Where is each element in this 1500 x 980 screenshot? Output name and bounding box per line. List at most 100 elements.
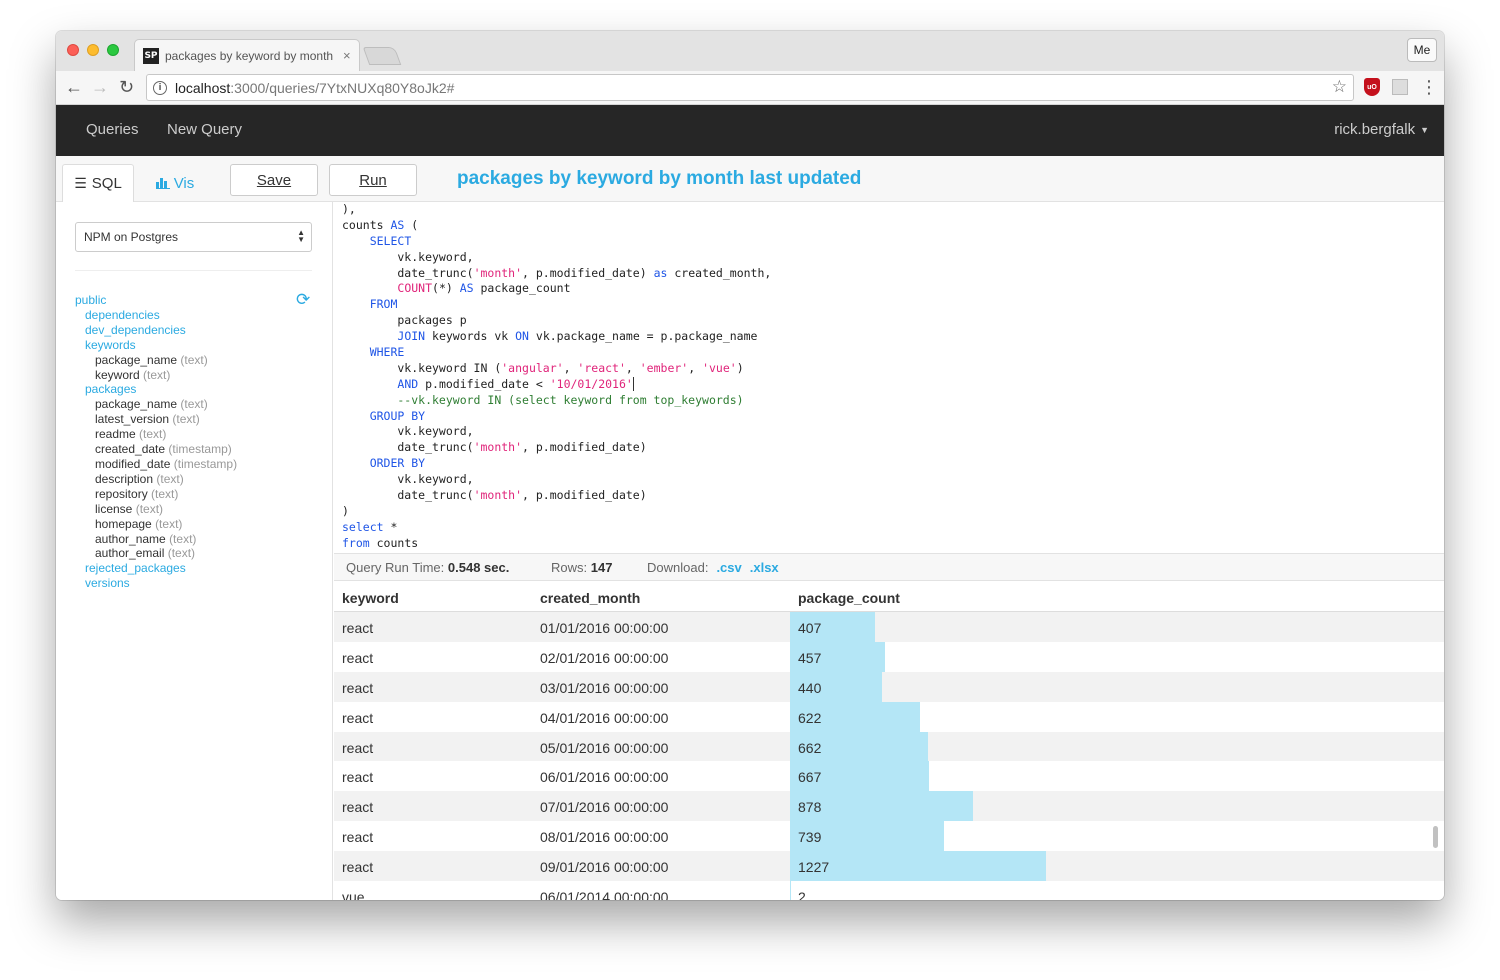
code-line: ) xyxy=(334,504,1444,520)
cell-package-count[interactable]: 1227 xyxy=(798,859,829,875)
cell-created-month[interactable]: 06/01/2016 00:00:00 xyxy=(540,769,668,785)
schema-table[interactable]: versions xyxy=(75,576,237,591)
cell-keyword[interactable]: react xyxy=(342,620,373,636)
cell-created-month[interactable]: 06/01/2014 00:00:00 xyxy=(540,889,668,900)
run-time-value: 0.548 sec. xyxy=(447,560,510,575)
column-header-package-count[interactable]: package_count xyxy=(798,590,900,606)
extension-icon[interactable] xyxy=(1392,79,1408,95)
schema-column[interactable]: package_name (text) xyxy=(75,397,237,412)
bookmark-star-icon[interactable]: ☆ xyxy=(1332,77,1347,97)
schema-table[interactable]: packages xyxy=(75,382,237,397)
reload-icon[interactable]: ↻ xyxy=(119,76,134,98)
cell-keyword[interactable]: react xyxy=(342,740,373,756)
cell-package-count[interactable]: 667 xyxy=(798,769,821,785)
code-line: AND p.modified_date < '10/01/2016' xyxy=(334,376,1444,393)
save-button[interactable]: Save xyxy=(230,164,318,196)
schema-column[interactable]: readme (text) xyxy=(75,427,237,442)
close-window-button[interactable] xyxy=(67,44,79,56)
forward-arrow-icon[interactable]: → xyxy=(91,76,109,98)
ublock-extension-icon[interactable]: uO xyxy=(1364,78,1380,96)
cell-created-month[interactable]: 05/01/2016 00:00:00 xyxy=(540,740,668,756)
address-bar[interactable]: i localhost:3000/queries/7YtxNUXq80Y8oJk… xyxy=(146,74,1354,101)
schema-name[interactable]: public xyxy=(75,293,237,308)
cell-keyword[interactable]: react xyxy=(342,799,373,815)
results-scrollbar[interactable] xyxy=(1433,826,1438,848)
schema-column[interactable]: latest_version (text) xyxy=(75,412,237,427)
browser-menu-icon[interactable]: ⋮ xyxy=(1420,76,1438,98)
schema-column[interactable]: license (text) xyxy=(75,502,237,517)
schema-column[interactable]: author_email (text) xyxy=(75,546,237,561)
schema-column[interactable]: created_date (timestamp) xyxy=(75,442,237,457)
cell-created-month[interactable]: 08/01/2016 00:00:00 xyxy=(540,829,668,845)
schema-sidebar: NPM on Postgres ▲ ▼ ⟳ public dependencies… xyxy=(56,202,333,900)
results-header: keyword created_month package_count xyxy=(334,582,1444,612)
table-row: react 03/01/2016 00:00:00 440 xyxy=(334,671,1444,702)
column-header-created-month[interactable]: created_month xyxy=(540,590,640,606)
cell-package-count[interactable]: 662 xyxy=(798,740,821,756)
cell-package-count[interactable]: 739 xyxy=(798,829,821,845)
cell-keyword[interactable]: react xyxy=(342,680,373,696)
tab-vis[interactable]: Vis xyxy=(146,164,204,202)
cell-package-count[interactable]: 457 xyxy=(798,650,821,666)
tab-sql[interactable]: ☰ SQL xyxy=(62,164,134,203)
nav-new-query-link[interactable]: New Query xyxy=(167,121,242,138)
cell-created-month[interactable]: 07/01/2016 00:00:00 xyxy=(540,799,668,815)
query-title[interactable]: packages by keyword by month last update… xyxy=(457,168,861,190)
cell-package-count[interactable]: 622 xyxy=(798,710,821,726)
schema-column[interactable]: modified_date (timestamp) xyxy=(75,457,237,472)
cell-package-count[interactable]: 440 xyxy=(798,680,821,696)
back-arrow-icon[interactable]: ← xyxy=(65,76,83,98)
profile-button[interactable]: Me xyxy=(1407,38,1437,62)
cell-keyword[interactable]: react xyxy=(342,650,373,666)
minimize-window-button[interactable] xyxy=(87,44,99,56)
cell-created-month[interactable]: 01/01/2016 00:00:00 xyxy=(540,620,668,636)
code-token: vk.package_name = p.package_name xyxy=(528,329,758,344)
code-token: date_trunc( xyxy=(342,440,474,455)
table-row: react 01/01/2016 00:00:00 407 xyxy=(334,612,1444,642)
cell-keyword[interactable]: react xyxy=(342,710,373,726)
favicon-icon: SP xyxy=(143,47,159,64)
schema-table[interactable]: rejected_packages xyxy=(75,561,237,576)
refresh-icon[interactable]: ⟳ xyxy=(296,290,310,310)
schema-column-name: created_date xyxy=(95,442,166,457)
schema-table[interactable]: dev_dependencies xyxy=(75,323,237,338)
maximize-window-button[interactable] xyxy=(107,44,119,56)
schema-column[interactable]: keyword (text) xyxy=(75,368,237,383)
code-line: --vk.keyword IN (select keyword from top… xyxy=(334,393,1444,409)
tab-close-icon[interactable]: × xyxy=(343,48,351,63)
info-icon[interactable]: i xyxy=(153,80,167,95)
run-button[interactable]: Run xyxy=(329,164,417,196)
rows-stat: Rows: 147 xyxy=(551,560,612,575)
cell-keyword[interactable]: react xyxy=(342,859,373,875)
cell-created-month[interactable]: 04/01/2016 00:00:00 xyxy=(540,710,668,726)
url-path: :3000/queries/7YtxNUXq80Y8oJk2# xyxy=(230,79,455,96)
cell-package-count[interactable]: 878 xyxy=(798,799,821,815)
cell-package-count[interactable]: 2 xyxy=(798,889,806,900)
cell-created-month[interactable]: 02/01/2016 00:00:00 xyxy=(540,650,668,666)
browser-tab[interactable]: SP packages by keyword by month last upd… xyxy=(134,39,360,71)
user-menu[interactable]: rick.bergfalk ▼ xyxy=(1334,121,1429,138)
connection-select[interactable]: NPM on Postgres ▲ ▼ xyxy=(75,222,312,252)
new-tab-button[interactable] xyxy=(362,47,402,65)
download-xlsx-link[interactable]: .xlsx xyxy=(750,560,779,575)
cell-keyword[interactable]: vue xyxy=(342,889,365,900)
schema-column[interactable]: repository (text) xyxy=(75,487,237,502)
schema-column[interactable]: description (text) xyxy=(75,472,237,487)
column-header-keyword[interactable]: keyword xyxy=(342,590,399,606)
cell-package-count[interactable]: 407 xyxy=(798,620,821,636)
sql-editor[interactable]: ), counts AS ( SELECT vk.keyword, date_tr… xyxy=(334,202,1444,582)
schema-column[interactable]: homepage (text) xyxy=(75,517,237,532)
cell-keyword[interactable]: react xyxy=(342,769,373,785)
schema-column[interactable]: package_name (text) xyxy=(75,353,237,368)
schema-table[interactable]: keywords xyxy=(75,338,237,353)
cell-created-month[interactable]: 03/01/2016 00:00:00 xyxy=(540,680,668,696)
nav-queries-link[interactable]: Queries xyxy=(86,121,139,138)
cell-keyword[interactable]: react xyxy=(342,829,373,845)
download-csv-link[interactable]: .csv xyxy=(716,560,741,575)
schema-table[interactable]: dependencies xyxy=(75,308,237,323)
code-line: ), xyxy=(334,202,1444,218)
cell-created-month[interactable]: 09/01/2016 00:00:00 xyxy=(540,859,668,875)
download-stat: Download: .csv .xlsx xyxy=(647,560,779,575)
schema-column[interactable]: author_name (text) xyxy=(75,532,237,547)
